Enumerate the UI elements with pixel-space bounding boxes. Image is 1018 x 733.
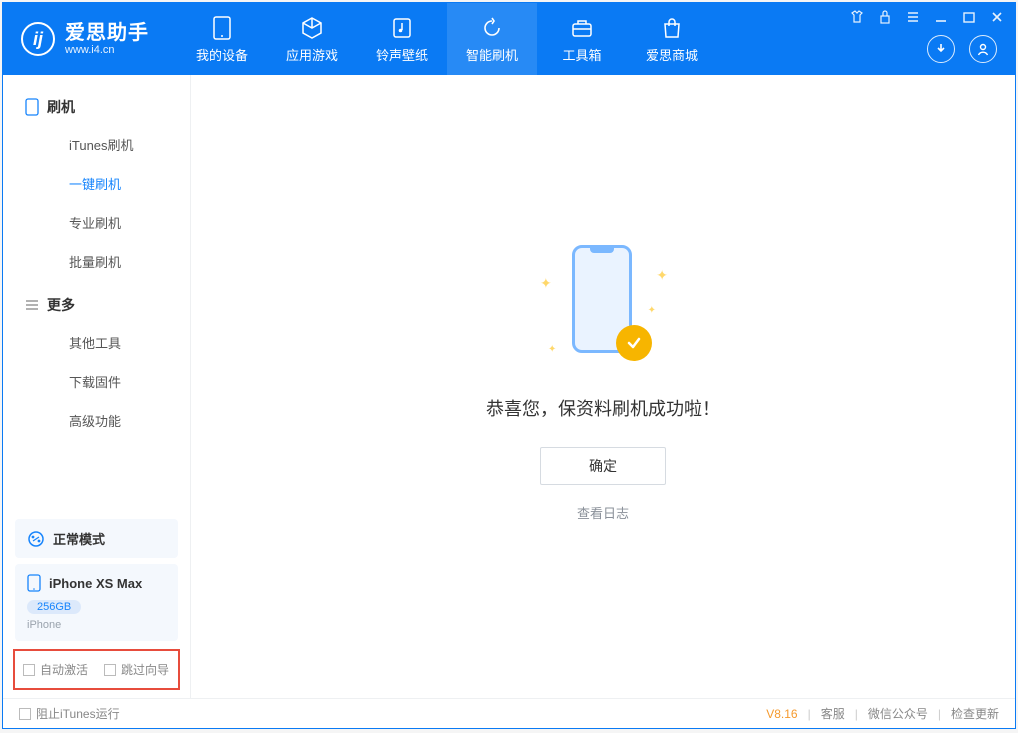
tab-my-device[interactable]: 我的设备	[177, 3, 267, 75]
main-tabs: 我的设备 应用游戏 铃声壁纸 智能刷机 工具箱 爱思商城	[177, 3, 717, 75]
checkbox-label: 自动激活	[40, 661, 88, 678]
tab-label: 铃声壁纸	[376, 45, 428, 64]
sparkle-icon: ✦	[540, 275, 552, 292]
sidebar-item-download-firmware[interactable]: 下载固件	[25, 362, 190, 401]
phone-icon	[25, 98, 39, 116]
checkbox-auto-activate[interactable]: 自动激活	[23, 661, 88, 678]
app-title: 爱思助手	[65, 22, 149, 44]
mode-icon	[27, 530, 45, 548]
logo-area: ij 爱思助手 www.i4.cn	[3, 22, 167, 56]
footer-link-support[interactable]: 客服	[821, 705, 845, 722]
checkbox-skip-guide[interactable]: 跳过向导	[104, 661, 169, 678]
sidebar-item-batch-flash[interactable]: 批量刷机	[25, 242, 190, 281]
download-button[interactable]	[927, 35, 955, 63]
footer: 阻止iTunes运行 V8.16 | 客服 | 微信公众号 | 检查更新	[3, 698, 1015, 728]
tab-label: 工具箱	[562, 45, 601, 64]
shirt-icon[interactable]	[849, 9, 865, 25]
version-label: V8.16	[766, 707, 797, 721]
section-title: 刷机	[47, 97, 75, 117]
tab-flash[interactable]: 智能刷机	[447, 3, 537, 75]
view-log-link[interactable]: 查看日志	[577, 503, 629, 522]
separator: |	[855, 707, 858, 721]
device-icon	[27, 574, 41, 592]
device-type: iPhone	[27, 619, 166, 631]
mode-box[interactable]: 正常模式	[15, 519, 178, 558]
toolbox-icon	[569, 15, 595, 41]
logo-icon: ij	[21, 22, 55, 56]
tab-label: 应用游戏	[286, 45, 338, 64]
header-actions	[927, 35, 997, 63]
tab-store[interactable]: 爱思商城	[627, 3, 717, 75]
sidebar-item-itunes-flash[interactable]: iTunes刷机	[25, 125, 190, 164]
tab-apps-games[interactable]: 应用游戏	[267, 3, 357, 75]
cube-icon	[299, 15, 325, 41]
footer-link-wechat[interactable]: 微信公众号	[868, 705, 928, 722]
lock-icon[interactable]	[877, 9, 893, 25]
separator: |	[938, 707, 941, 721]
ok-button[interactable]: 确定	[540, 447, 666, 485]
sparkle-icon: ✦	[548, 344, 556, 355]
success-title: 恭喜您，保资料刷机成功啦！	[486, 395, 720, 421]
close-icon[interactable]	[989, 9, 1005, 25]
main-content: ✦ ✦ ✦ ✦ 恭喜您，保资料刷机成功啦！ 确定 查看日志	[191, 75, 1015, 698]
sidebar: 刷机 iTunes刷机 一键刷机 专业刷机 批量刷机 更多 其他工具 下载固件 …	[3, 75, 191, 698]
sidebar-item-pro-flash[interactable]: 专业刷机	[25, 203, 190, 242]
list-icon	[25, 298, 39, 312]
storage-badge: 256GB	[27, 600, 81, 614]
user-button[interactable]	[969, 35, 997, 63]
bag-icon	[659, 15, 685, 41]
app-header: ij 爱思助手 www.i4.cn 我的设备 应用游戏 铃声壁纸 智能刷机	[3, 3, 1015, 75]
menu-icon[interactable]	[905, 9, 921, 25]
check-circle-icon	[616, 325, 652, 361]
tab-label: 爱思商城	[646, 45, 698, 64]
separator: |	[808, 707, 811, 721]
sidebar-section-more: 更多	[25, 287, 190, 323]
window-controls	[849, 9, 1005, 25]
mode-label: 正常模式	[53, 529, 105, 548]
refresh-icon	[479, 15, 505, 41]
sparkle-icon: ✦	[648, 305, 656, 316]
checkbox-label: 跳过向导	[121, 661, 169, 678]
checkbox-block-itunes[interactable]: 阻止iTunes运行	[19, 705, 120, 722]
footer-link-update[interactable]: 检查更新	[951, 705, 999, 722]
tab-label: 我的设备	[196, 45, 248, 64]
music-icon	[389, 15, 415, 41]
sidebar-item-advanced[interactable]: 高级功能	[25, 401, 190, 440]
success-illustration: ✦ ✦ ✦ ✦	[548, 245, 658, 375]
device-icon	[209, 15, 235, 41]
checkbox-icon	[23, 664, 35, 676]
maximize-icon[interactable]	[961, 9, 977, 25]
bottom-options-highlight: 自动激活 跳过向导	[13, 649, 180, 690]
device-name: iPhone XS Max	[49, 576, 142, 591]
sparkle-icon: ✦	[656, 267, 668, 284]
minimize-icon[interactable]	[933, 9, 949, 25]
checkbox-icon	[104, 664, 116, 676]
tab-toolbox[interactable]: 工具箱	[537, 3, 627, 75]
tab-ringtones[interactable]: 铃声壁纸	[357, 3, 447, 75]
sidebar-item-oneclick-flash[interactable]: 一键刷机	[25, 164, 190, 203]
section-title: 更多	[47, 295, 75, 315]
checkbox-label: 阻止iTunes运行	[36, 705, 120, 722]
sidebar-section-flash: 刷机	[25, 89, 190, 125]
checkbox-icon	[19, 708, 31, 720]
tab-label: 智能刷机	[466, 45, 518, 64]
sidebar-item-other-tools[interactable]: 其他工具	[25, 323, 190, 362]
app-subtitle: www.i4.cn	[65, 44, 149, 56]
device-box[interactable]: iPhone XS Max 256GB iPhone	[15, 564, 178, 641]
